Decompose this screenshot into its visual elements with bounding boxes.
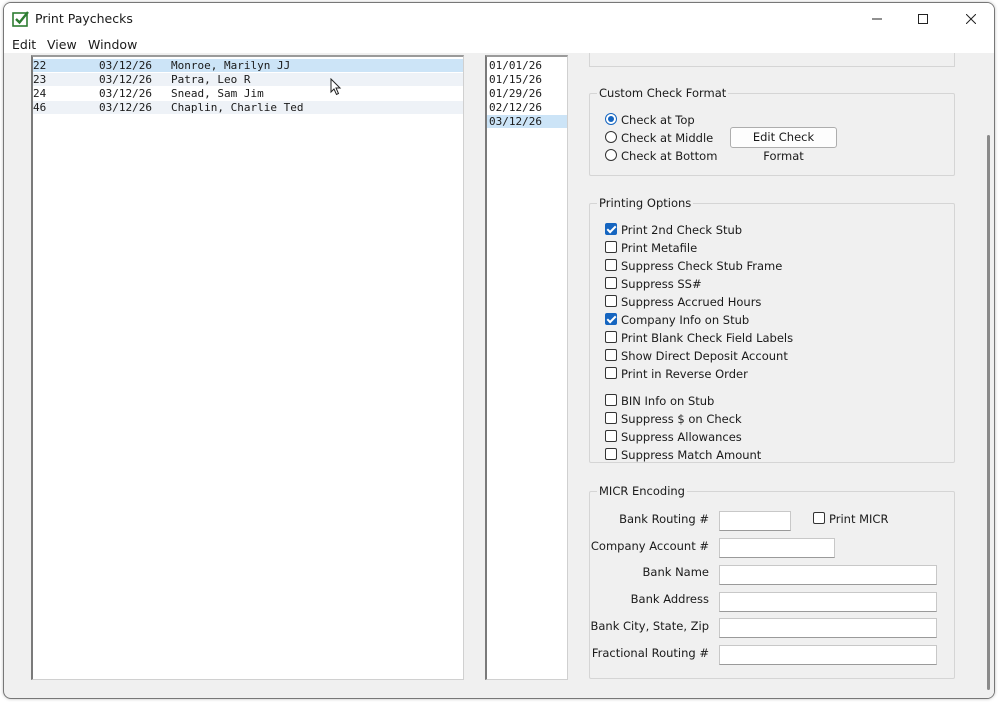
employee-id: 24 [33,87,47,100]
employee-row[interactable]: 22 03/12/26 Monroe, Marilyn JJ [33,59,463,72]
employee-check-list[interactable]: 22 03/12/26 Monroe, Marilyn JJ 23 03/12/… [31,55,464,680]
checkbox-label: Company Info on Stub [621,313,750,327]
edit-check-format-button[interactable]: Edit Check Format [730,127,837,163]
employee-id: 23 [33,73,47,86]
minimize-icon [872,18,882,20]
checkbox[interactable] [605,277,617,289]
employee-name: Chaplin, Charlie Ted [171,101,304,114]
menu-edit[interactable]: Edit [12,37,36,52]
print-paychecks-window: Print Paychecks Edit View Window 22 03/1… [3,2,995,699]
checkbox-label: Print Metafile [621,241,698,255]
close-button[interactable] [948,3,994,35]
checkbox-label: Suppress Check Stub Frame [621,259,783,273]
bank-routing-label: Bank Routing # [619,512,709,526]
checkbox[interactable] [813,512,825,524]
checkbox[interactable] [605,223,617,235]
printing-options-group: Printing Options Print 2nd Check Stub Pr… [589,196,955,463]
checkbox-label: Suppress SS# [621,277,702,291]
checkbox[interactable] [605,367,617,379]
custom-check-format-group: Custom Check Format Check at Top Check a… [589,86,955,176]
checkbox[interactable] [605,412,617,424]
menu-view[interactable]: View [47,37,77,52]
check-date: 03/12/26 [99,101,152,114]
pay-date-item[interactable]: 02/12/26 [487,101,567,114]
window-title: Print Paychecks [35,11,133,26]
checkbox[interactable] [605,430,617,442]
micr-encoding-title: MICR Encoding [597,484,687,498]
checkbox[interactable] [605,313,617,325]
checkbox-label: Suppress Accrued Hours [621,295,762,309]
employee-name: Patra, Leo R [171,73,251,86]
radio-label: Check at Bottom [621,149,718,163]
bank-address-label: Bank Address [630,592,709,606]
checkbox[interactable] [605,448,617,460]
company-account-label: Company Account # [590,539,709,553]
check-date: 03/12/26 [99,59,152,72]
custom-check-format-title: Custom Check Format [597,86,729,100]
bank-address-input[interactable] [719,592,937,612]
title-bar: Print Paychecks [4,3,994,35]
micr-encoding-group: MICR Encoding Bank Routing # Print MICR … [589,484,955,679]
employee-row[interactable]: 23 03/12/26 Patra, Leo R [33,73,463,86]
radio-label: Check at Top [621,113,695,127]
employee-row[interactable]: 24 03/12/26 Snead, Sam Jim [33,87,463,100]
pay-date-item[interactable]: 01/01/26 [487,59,567,72]
menu-bar: Edit View Window [4,35,791,53]
company-account-input[interactable] [719,538,835,558]
checkbox[interactable] [605,349,617,361]
pay-date-item[interactable]: 03/12/26 [487,115,567,128]
checkbox-label: Print MICR [829,512,889,526]
radio-button[interactable] [605,149,617,161]
bank-city-state-zip-input[interactable] [719,618,937,638]
pay-date-item[interactable]: 01/29/26 [487,87,567,100]
pay-date-item[interactable]: 01/15/26 [487,73,567,86]
checkbox-label: Suppress Match Amount [621,448,762,462]
checkbox[interactable] [605,394,617,406]
checkbook-app-icon [12,11,29,27]
radio-button[interactable] [605,113,617,125]
menu-window[interactable]: Window [88,37,137,52]
checkbox-label: Print 2nd Check Stub [621,223,743,237]
maximize-icon [918,14,928,24]
fractional-routing-input[interactable] [719,645,937,665]
checkbox[interactable] [605,295,617,307]
employee-id: 22 [33,59,47,72]
maximize-button[interactable] [900,3,946,35]
checkbox-label: Print Blank Check Field Labels [621,331,794,345]
minimize-button[interactable] [854,3,900,35]
employee-name: Snead, Sam Jim [171,87,264,100]
checkbox-label: Show Direct Deposit Account [621,349,788,363]
checkbox-label: BIN Info on Stub [621,394,715,408]
checkbox[interactable] [605,331,617,343]
employee-id: 46 [33,101,47,114]
bank-city-state-zip-label: Bank City, State, Zip [590,619,709,633]
checkbox-label: Suppress Allowances [621,430,742,444]
bank-name-label: Bank Name [642,565,709,579]
checkbox[interactable] [605,259,617,271]
check-date: 03/12/26 [99,87,152,100]
checkbox-label: Print in Reverse Order [621,367,748,381]
employee-name: Monroe, Marilyn JJ [171,59,291,72]
check-date: 03/12/26 [99,73,152,86]
radio-button[interactable] [605,131,617,143]
radio-label: Check at Middle [621,131,714,145]
bank-routing-input[interactable] [719,511,791,531]
menu-bar-filler [791,35,994,53]
checkbox[interactable] [605,241,617,253]
employee-row[interactable]: 46 03/12/26 Chaplin, Charlie Ted [33,101,463,114]
bank-name-input[interactable] [719,565,937,585]
checkbox-label: Suppress $ on Check [621,412,742,426]
mouse-cursor-icon [330,78,342,96]
upper-options-panel [589,53,955,67]
pay-date-list[interactable]: 01/01/26 01/15/26 01/29/26 02/12/26 03/1… [485,55,568,680]
close-icon [966,14,976,24]
fractional-routing-label: Fractional Routing # [591,646,709,660]
scrollbar-thumb[interactable] [987,135,990,690]
printing-options-title: Printing Options [597,196,694,210]
